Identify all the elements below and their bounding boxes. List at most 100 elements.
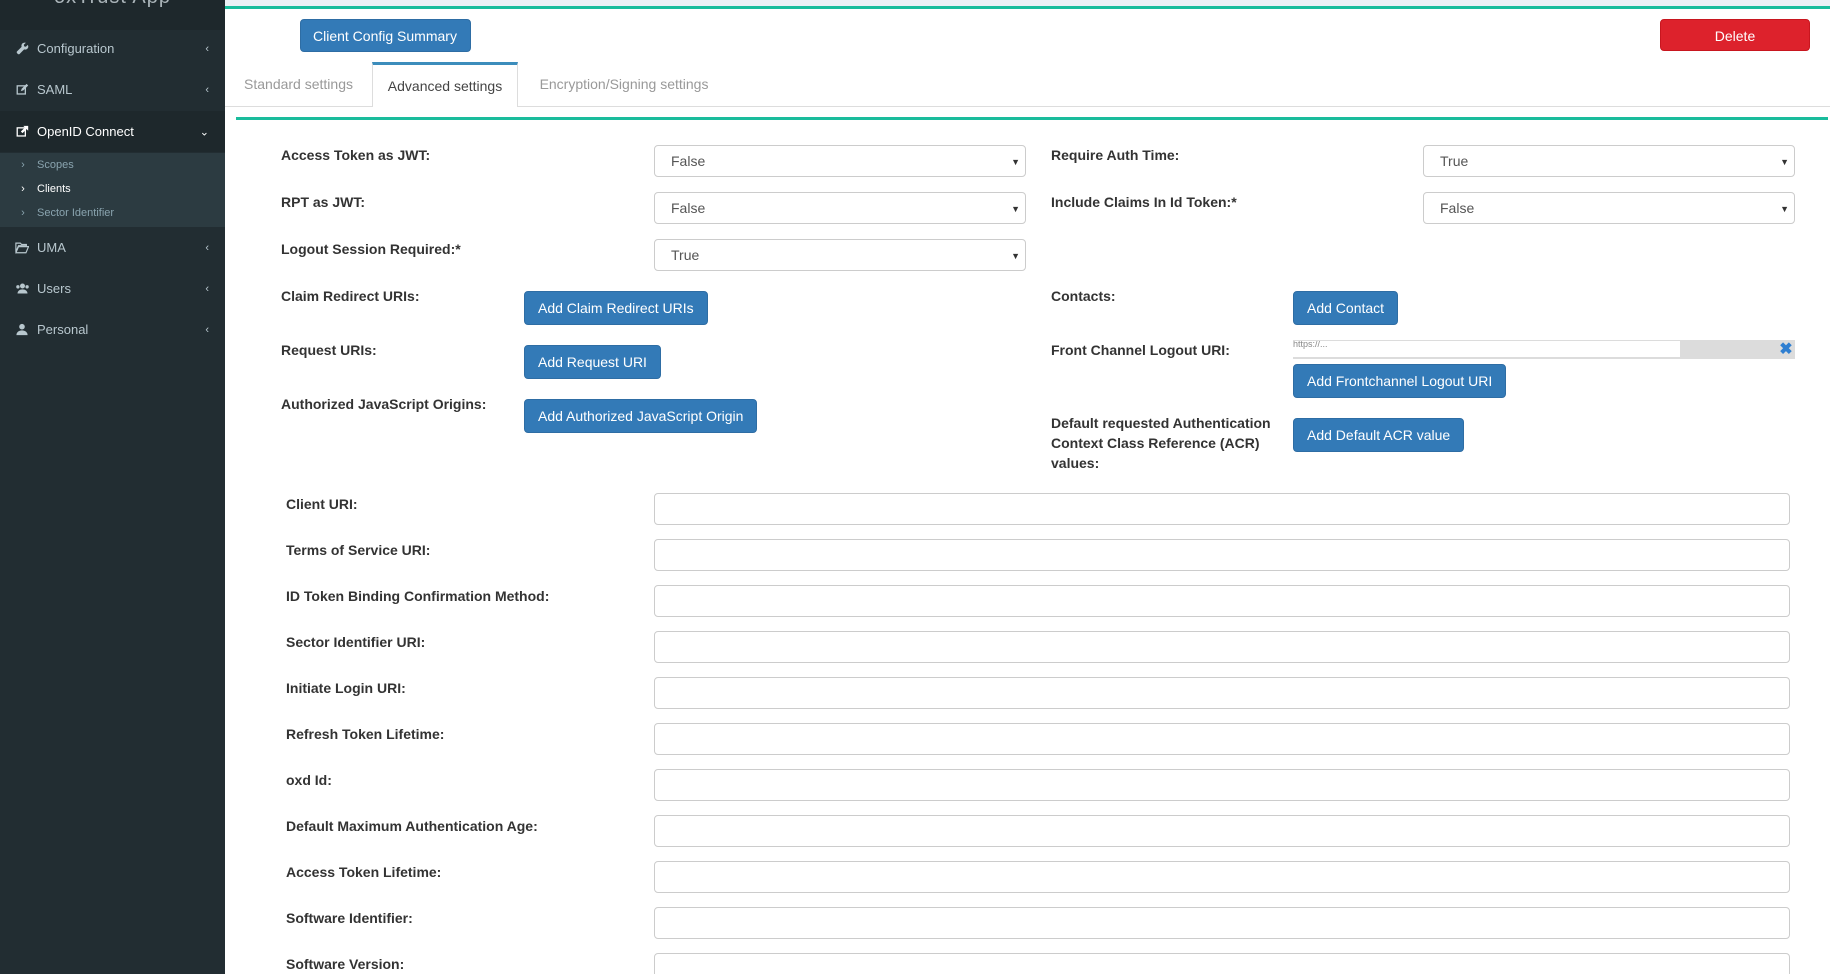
rpt-jwt-label: RPT as JWT: <box>281 194 366 210</box>
text-field-label: Default Maximum Authentication Age: <box>286 818 538 834</box>
caret-down-icon: ▼ <box>1780 157 1789 167</box>
remove-icon[interactable]: ✖ <box>1777 340 1795 359</box>
select-value: False <box>671 200 706 216</box>
text-field-input[interactable] <box>654 953 1790 974</box>
access-token-jwt-label: Access Token as JWT: <box>281 147 431 163</box>
rpt-jwt-select[interactable]: False ▼ <box>654 192 1026 224</box>
sidebar-item-saml[interactable]: SAML ‹ <box>0 69 225 110</box>
text-field-input[interactable] <box>654 585 1790 617</box>
caret-down-icon: ▼ <box>1780 204 1789 214</box>
chevron-right-icon: › <box>21 159 25 171</box>
chevron-right-icon: › <box>21 183 25 195</box>
text-field-label: ID Token Binding Confirmation Method: <box>286 588 550 604</box>
chevron-left-icon: ‹ <box>205 282 209 295</box>
select-value: True <box>671 247 700 263</box>
acr-label-line: Default requested Authentication <box>1051 415 1271 431</box>
sidebar-subitem-sector-identifier[interactable]: › Sector Identifier <box>0 201 225 225</box>
sidebar-subitem-label: Clients <box>37 183 71 195</box>
include-claims-select[interactable]: False ▼ <box>1423 192 1795 224</box>
logout-session-label: Logout Session Required:* <box>281 241 461 257</box>
openid-submenu: › Scopes › Clients › Sector Identifier <box>0 153 225 227</box>
caret-down-icon: ▼ <box>1011 251 1020 261</box>
chevron-left-icon: ‹ <box>205 83 209 96</box>
text-field-input[interactable] <box>654 861 1790 893</box>
text-field-input[interactable] <box>654 539 1790 571</box>
chevron-down-icon: ⌄ <box>199 126 209 138</box>
sidebar-item-users[interactable]: Users ‹ <box>0 268 225 309</box>
js-origins-label: Authorized JavaScript Origins: <box>281 396 487 412</box>
edit-icon <box>14 82 30 98</box>
acr-label-line: Context Class Reference (ACR) <box>1051 435 1260 451</box>
add-js-origin-button[interactable]: Add Authorized JavaScript Origin <box>524 399 758 433</box>
front-channel-logout-entry: https://... ✖ <box>1293 340 1795 359</box>
caret-down-icon: ▼ <box>1011 204 1020 214</box>
sidebar-item-label: Users <box>37 281 71 296</box>
tab-encryption-signing-settings[interactable]: Encryption/Signing settings <box>522 62 726 106</box>
sidebar-item-uma[interactable]: UMA ‹ <box>0 227 225 268</box>
front-channel-logout-value[interactable]: https://... <box>1293 341 1680 357</box>
text-field-input[interactable] <box>654 493 1790 525</box>
select-value: False <box>1440 200 1475 216</box>
text-field-label: Sector Identifier URI: <box>286 634 426 650</box>
user-icon <box>14 322 30 338</box>
delete-button[interactable]: Delete <box>1660 19 1810 51</box>
tab-standard-settings[interactable]: Standard settings <box>225 62 372 106</box>
external-link-icon <box>14 124 30 140</box>
add-contact-button[interactable]: Add Contact <box>1293 291 1399 325</box>
text-field-input[interactable] <box>654 815 1790 847</box>
require-auth-time-select[interactable]: True ▼ <box>1423 145 1795 177</box>
sidebar-subitem-scopes[interactable]: › Scopes <box>0 153 225 177</box>
require-auth-time-label: Require Auth Time: <box>1051 147 1180 163</box>
sidebar-subitem-label: Scopes <box>37 159 74 171</box>
text-field-label: Client URI: <box>286 496 358 512</box>
sidebar-item-label: OpenID Connect <box>37 124 134 139</box>
folder-open-icon <box>14 240 30 256</box>
sidebar-item-label: SAML <box>37 82 73 97</box>
add-claim-redirect-button[interactable]: Add Claim Redirect URIs <box>524 291 708 325</box>
content-divider <box>236 117 1828 120</box>
text-field-label: Software Version: <box>286 956 405 972</box>
chevron-right-icon: › <box>21 207 25 219</box>
tab-advanced-settings[interactable]: Advanced settings <box>372 62 518 107</box>
sidebar-item-configuration[interactable]: Configuration ‹ <box>0 28 225 69</box>
text-field-input[interactable] <box>654 769 1790 801</box>
text-field-input[interactable] <box>654 723 1790 755</box>
front-channel-logout-label: Front Channel Logout URI: <box>1051 342 1230 358</box>
users-icon <box>14 281 30 297</box>
text-field-label: oxd Id: <box>286 772 332 788</box>
sidebar-subitem-clients[interactable]: › Clients <box>0 177 225 201</box>
select-value: True <box>1440 153 1469 169</box>
acr-label-line: values: <box>1051 455 1100 471</box>
caret-down-icon: ▼ <box>1011 157 1020 167</box>
claim-redirect-label: Claim Redirect URIs: <box>281 288 420 304</box>
text-field-input[interactable] <box>654 631 1790 663</box>
text-field-label: Software Identifier: <box>286 910 413 926</box>
text-field-label: Access Token Lifetime: <box>286 864 442 880</box>
client-config-summary-button[interactable]: Client Config Summary <box>300 19 471 52</box>
access-token-jwt-select[interactable]: False ▼ <box>654 145 1026 177</box>
main-content: Client Config Summary Delete Standard se… <box>225 0 1830 974</box>
settings-tabs: Standard settings Advanced settings Encr… <box>225 62 1830 107</box>
logout-session-select[interactable]: True ▼ <box>654 239 1026 271</box>
acr-label: Default requested Authentication Context… <box>1051 413 1271 473</box>
sidebar-item-label: UMA <box>37 240 66 255</box>
add-frontchannel-logout-button[interactable]: Add Frontchannel Logout URI <box>1293 364 1507 398</box>
brand-logo[interactable]: oxTrust App <box>0 0 225 30</box>
contacts-label: Contacts: <box>1051 288 1116 304</box>
text-field-label: Initiate Login URI: <box>286 680 406 696</box>
text-field-input[interactable] <box>654 677 1790 709</box>
add-request-uri-button[interactable]: Add Request URI <box>524 345 661 379</box>
wrench-icon <box>14 41 30 57</box>
include-claims-label: Include Claims In Id Token:* <box>1051 194 1237 210</box>
text-field-label: Refresh Token Lifetime: <box>286 726 445 742</box>
sidebar-subitem-label: Sector Identifier <box>37 207 115 219</box>
sidebar-item-label: Configuration <box>37 41 115 56</box>
sidebar-item-personal[interactable]: Personal ‹ <box>0 309 225 350</box>
request-uris-label: Request URIs: <box>281 342 377 358</box>
text-field-input[interactable] <box>654 907 1790 939</box>
chevron-left-icon: ‹ <box>205 323 209 336</box>
chevron-left-icon: ‹ <box>205 241 209 254</box>
add-default-acr-button[interactable]: Add Default ACR value <box>1293 418 1465 452</box>
sidebar-item-openid-connect[interactable]: OpenID Connect ⌄ <box>0 111 225 152</box>
text-field-label: Terms of Service URI: <box>286 542 431 558</box>
